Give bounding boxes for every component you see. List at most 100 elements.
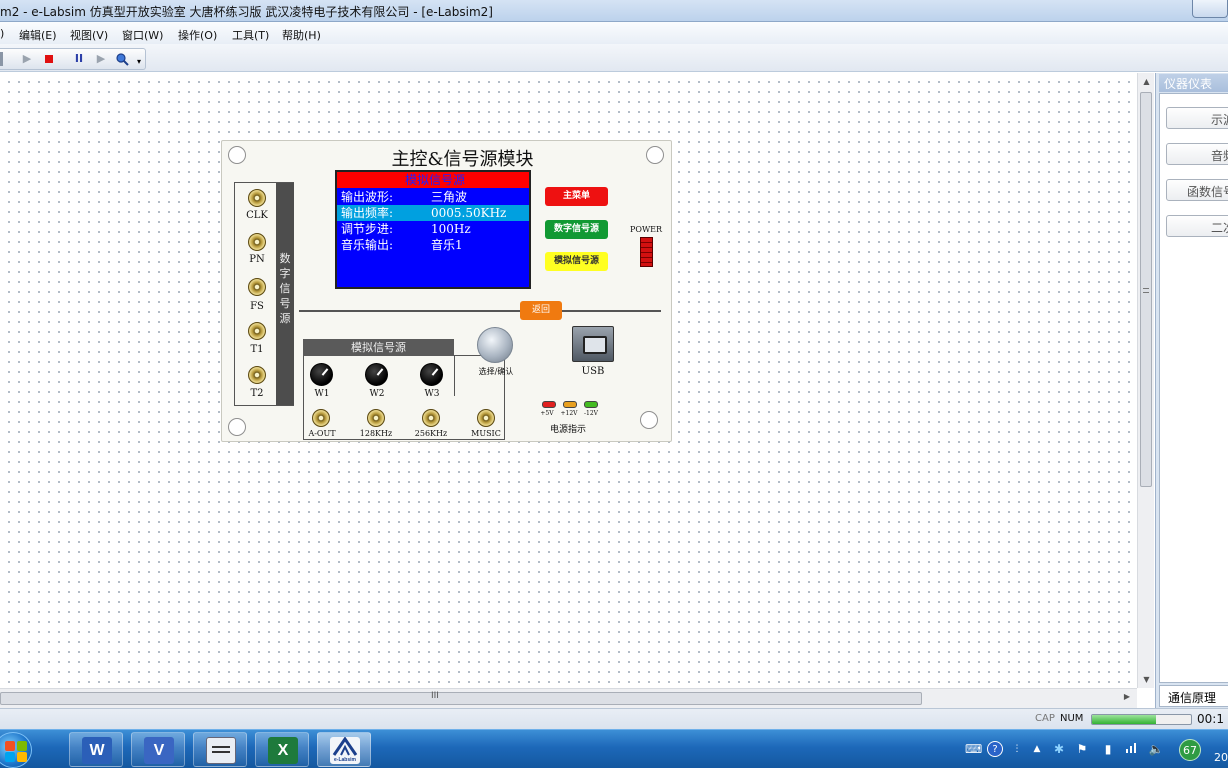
toolbar-grip[interactable] (0, 52, 3, 66)
keyboard-icon[interactable]: ⌨ (965, 741, 982, 757)
play-icon[interactable]: ▶ (20, 52, 34, 66)
jack-music[interactable] (477, 409, 495, 427)
lcd-value: 三角波 (431, 190, 468, 204)
battery-icon[interactable]: ▮ (1100, 741, 1116, 757)
scroll-up-icon[interactable]: ▲ (1138, 73, 1155, 90)
mount-hole (228, 418, 246, 436)
toolbar: ▶ II ▶ ▾ (0, 44, 1228, 72)
start-logo-icon (17, 741, 27, 751)
function-generator-button[interactable]: 函数信号 (1166, 179, 1228, 201)
jack-label: 128KHz (359, 429, 393, 438)
knob-label: W3 (424, 389, 440, 399)
led-12v (563, 401, 577, 408)
menu-window[interactable]: 窗口(W) (122, 27, 163, 43)
usb-port[interactable] (572, 326, 614, 362)
excel-icon: X (268, 737, 298, 764)
power-indicator-label: 电源指示 (549, 425, 586, 435)
secondary-button[interactable]: 二次 (1166, 215, 1228, 237)
select-confirm-encoder[interactable] (477, 327, 513, 363)
jack-label: T1 (250, 344, 264, 355)
power-label: POWER (630, 225, 663, 234)
tab-communication-principle[interactable]: 通信原理 (1159, 685, 1228, 707)
lcd-header: 模拟信号源 (337, 172, 529, 188)
main-menu-button[interactable]: 主菜单 (545, 187, 608, 206)
jack-t2[interactable] (248, 366, 266, 384)
action-center-icon[interactable]: ⚑ (1074, 741, 1090, 757)
menu-view[interactable]: 视图(V) (70, 27, 108, 43)
volume-icon[interactable]: 🔈 (1148, 741, 1164, 757)
audio-button[interactable]: 音频 (1166, 143, 1228, 165)
menu-tools[interactable]: 工具(T) (232, 27, 269, 43)
menu-help[interactable]: 帮助(H) (282, 27, 321, 43)
menu-operate[interactable]: 操作(O) (178, 27, 217, 43)
window-title: m2 - e-Labsim 仿真型开放实验室 大唐杯练习版 武汉凌特电子技术有限… (0, 5, 493, 19)
start-logo-icon (17, 752, 27, 762)
stop-icon[interactable] (42, 52, 56, 66)
instrument-panel-header: 仪器仪表 (1159, 74, 1228, 92)
progress-fill (1092, 715, 1157, 724)
main-control-signal-module[interactable]: 主控&信号源模块 数字信号源 CLK PN FS T1 T2 模拟信号源 输出波… (221, 140, 672, 442)
jack-label: 256KHz (414, 429, 448, 438)
lcd-value: 0005.50KHz (431, 206, 507, 220)
caps-lock-indicator: CAP (1035, 713, 1055, 724)
network-icon[interactable] (1124, 741, 1140, 757)
title-bar[interactable]: m2 - e-Labsim 仿真型开放实验室 大唐杯练习版 武汉凌特电子技术有限… (0, 0, 1228, 22)
scroll-right-icon[interactable]: ▶ (1120, 692, 1134, 701)
knob-w3[interactable] (420, 363, 443, 386)
step-icon[interactable]: ▶ (94, 52, 108, 66)
taskbar-elabsim[interactable]: e-Labsim (317, 732, 371, 767)
clock-date[interactable]: 20 (1214, 751, 1228, 764)
taskbar-excel[interactable]: X (255, 732, 309, 767)
menu-file-partial[interactable]: ) (0, 27, 4, 40)
jack-clk[interactable] (248, 189, 266, 207)
bluetooth-icon[interactable]: ✱ (1051, 741, 1067, 757)
jack-128khz[interactable] (367, 409, 385, 427)
jack-a-out[interactable] (312, 409, 330, 427)
led-label: +5V (540, 410, 554, 417)
menu-bar: ) 编辑(E) 视图(V) 窗口(W) 操作(O) 工具(T) 帮助(H) (0, 22, 1228, 44)
jack-256khz[interactable] (422, 409, 440, 427)
lcd-display: 模拟信号源 输出波形: 三角波 输出频率: 0005.50KHz 调节步进: 1… (335, 170, 531, 289)
word-icon: W (82, 737, 112, 764)
back-button[interactable]: 返回 (520, 301, 562, 320)
help-icon[interactable]: ? (987, 741, 1003, 757)
knob-w2[interactable] (365, 363, 388, 386)
tray-badge-icon[interactable]: 67 (1179, 739, 1201, 761)
analog-source-button[interactable]: 模拟信号源 (545, 252, 608, 271)
horizontal-scroll-thumb[interactable]: III (0, 691, 922, 705)
vertical-scroll-thumb[interactable] (1140, 92, 1152, 487)
digital-source-button[interactable]: 数字信号源 (545, 220, 608, 239)
jack-pn[interactable] (248, 233, 266, 251)
start-button[interactable] (0, 732, 32, 768)
elabsim-icon: e-Labsim (330, 736, 360, 764)
visio-icon: V (144, 737, 174, 764)
jack-label: T2 (250, 388, 264, 399)
close-button[interactable] (1192, 0, 1228, 18)
progress-bar (1091, 714, 1192, 725)
zoom-icon[interactable] (115, 52, 129, 66)
oscilloscope-button[interactable]: 示波 (1166, 107, 1228, 129)
design-canvas[interactable]: 主控&信号源模块 数字信号源 CLK PN FS T1 T2 模拟信号源 输出波… (0, 73, 1137, 688)
knob-w1[interactable] (310, 363, 333, 386)
digital-source-label: 数字信号源 (279, 252, 291, 325)
vertical-scrollbar[interactable]: ▲ ▼ (1137, 73, 1154, 688)
tray-overflow-icon[interactable]: ⋮ (1009, 741, 1025, 757)
lcd-row-step: 调节步进: 100Hz (337, 221, 529, 237)
show-hidden-icon[interactable]: ▲ (1029, 741, 1045, 757)
menu-edit[interactable]: 编辑(E) (19, 27, 57, 43)
status-bar: CAP NUM 00:1 (0, 708, 1228, 729)
overflow-icon[interactable]: ▾ (135, 55, 143, 69)
led-label: -12V (584, 410, 598, 417)
horizontal-scrollbar[interactable]: III ▶ (0, 688, 1137, 708)
taskbar-visio[interactable]: V (131, 732, 185, 767)
taskbar-notepad[interactable] (193, 732, 247, 767)
jack-fs[interactable] (248, 278, 266, 296)
scroll-down-icon[interactable]: ▼ (1138, 671, 1155, 688)
pause-icon[interactable]: II (72, 52, 86, 66)
tool-strip: ▶ II ▶ ▾ (0, 48, 146, 70)
taskbar-word[interactable]: W (69, 732, 123, 767)
jack-t1[interactable] (248, 322, 266, 340)
lcd-value: 100Hz (431, 222, 471, 236)
knob-label: W2 (369, 389, 385, 399)
power-switch[interactable] (640, 237, 653, 267)
